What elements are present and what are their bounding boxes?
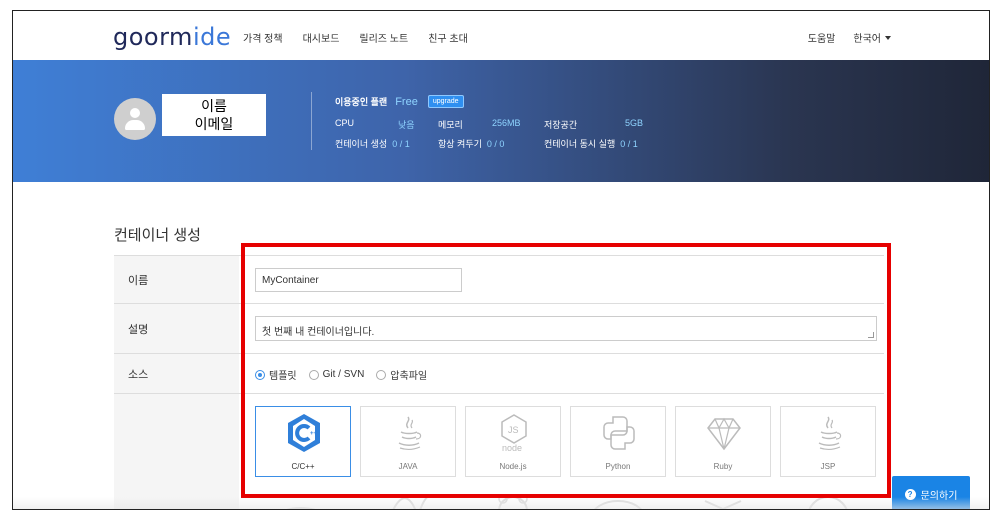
radio-icon [308, 369, 319, 380]
plan-value: Free [395, 95, 418, 108]
stat-create: 컨테이너 생성 0 / 1 [335, 137, 410, 150]
template-grid: ++ C/C++ JAVA JS node Node.js Python Rub… [255, 406, 876, 477]
form-row-name: 이름 MyContainer [114, 256, 884, 304]
stat-memory-value: 256MB [492, 118, 521, 128]
nav-link-pricing[interactable]: 가격 정책 [243, 30, 283, 45]
caret-down-icon [885, 36, 891, 40]
template-card-python[interactable]: Python [570, 406, 666, 477]
concurrent-label: 컨테이너 동시 실행 [544, 139, 616, 149]
source-label: 소스 [114, 354, 239, 393]
nav-link-dashboard[interactable]: 대시보드 [303, 30, 340, 45]
nav-links: 가격 정책 대시보드 릴리즈 노트 친구 초대 [243, 30, 468, 45]
source-option-label: 압축파일 [390, 371, 428, 382]
template-label: Python [605, 462, 631, 471]
cpp-icon: ++ [288, 414, 320, 452]
always-on-value: 0 / 0 [486, 139, 505, 149]
jsp-icon [818, 416, 842, 450]
source-option-template[interactable]: 템플릿 [255, 367, 297, 382]
logo-main: goorm [113, 23, 193, 51]
bottom-fade [13, 497, 989, 509]
avatar [114, 98, 156, 140]
browser-frame: goormide 가격 정책 대시보드 릴리즈 노트 친구 초대 도움말 한국어… [12, 10, 990, 510]
language-select[interactable]: 한국어 [853, 30, 891, 45]
profile-name: 이름 [201, 98, 227, 114]
stat-memory-label: 메모리 [438, 120, 463, 130]
logo-accent: ide [192, 23, 232, 51]
description-text: 첫 번째 내 컨테이너입니다. [262, 327, 375, 338]
radio-selected-icon [255, 369, 265, 380]
help-link[interactable]: 도움말 [808, 30, 836, 45]
logo[interactable]: goormide [113, 23, 231, 51]
stat-storage-value: 5GB [625, 118, 643, 128]
source-option-git[interactable]: Git / SVN [308, 369, 365, 380]
language-label: 한국어 [853, 34, 881, 45]
source-option-label: Git / SVN [322, 369, 365, 380]
plan-info: 이용중인 플랜 Free upgrade [335, 93, 464, 110]
description-textarea[interactable]: 첫 번째 내 컨테이너입니다. [255, 316, 877, 341]
template-label: Node.js [499, 462, 527, 471]
create-value: 0 / 1 [392, 139, 410, 149]
profile-banner: 이름 이메일 이용중인 플랜 Free upgrade CPU 낮음 메모리 2… [13, 60, 989, 182]
profile-email: 이메일 [194, 116, 234, 132]
nav-right: 도움말 한국어 [808, 30, 891, 45]
template-label: Ruby [713, 462, 733, 471]
name-input[interactable]: MyContainer [255, 268, 462, 292]
source-option-archive[interactable]: 압축파일 [376, 367, 427, 382]
template-card-cpp[interactable]: ++ C/C++ [255, 406, 351, 477]
name-label: 이름 [114, 256, 239, 303]
create-label: 컨테이너 생성 [335, 139, 388, 149]
form-row-templates: ++ C/C++ JAVA JS node Node.js Python Rub… [114, 394, 884, 509]
stat-cpu-label: CPU [335, 118, 355, 128]
template-label: JSP [820, 462, 836, 471]
ruby-icon [707, 417, 741, 451]
nav-link-release-notes[interactable]: 릴리즈 노트 [359, 30, 408, 45]
template-label: JAVA [398, 462, 418, 471]
banner-divider [311, 92, 312, 150]
radio-icon [376, 369, 387, 380]
svg-text:node: node [502, 443, 522, 453]
stat-always-on: 항상 켜두기 0 / 0 [438, 137, 504, 150]
stat-storage-label: 저장공간 [544, 120, 578, 130]
form-row-source: 소스 템플릿 Git / SVN 압축파일 [114, 354, 884, 394]
storage-value: 5GB [625, 118, 644, 128]
always-on-label: 항상 켜두기 [438, 139, 482, 149]
form-row-description: 설명 첫 번째 내 컨테이너입니다. [114, 304, 884, 354]
svg-text:JS: JS [508, 425, 519, 435]
top-nav: goormide 가격 정책 대시보드 릴리즈 노트 친구 초대 도움말 한국어 [13, 11, 989, 61]
stat-concurrent: 컨테이너 동시 실행 0 / 1 [544, 137, 638, 150]
python-icon [603, 416, 635, 450]
template-card-jsp[interactable]: JSP [780, 406, 876, 477]
resize-grip-icon[interactable] [868, 332, 874, 338]
templates-label-cell [114, 394, 239, 509]
template-card-ruby[interactable]: Ruby [675, 406, 771, 477]
source-option-label: 템플릿 [269, 371, 297, 382]
java-icon [398, 416, 422, 450]
source-radio-group: 템플릿 Git / SVN 압축파일 [255, 367, 427, 382]
nodejs-icon: JS node [501, 414, 527, 453]
avatar-head-icon [130, 108, 140, 118]
nav-link-invite[interactable]: 친구 초대 [428, 30, 468, 45]
container-form: 이름 MyContainer 설명 첫 번째 내 컨테이너입니다. 소스 템플릿… [114, 255, 884, 509]
description-label: 설명 [114, 304, 239, 353]
concurrent-value: 0 / 1 [620, 139, 638, 149]
avatar-body-icon [125, 120, 145, 130]
cpu-value: 낮음 [398, 120, 415, 130]
stat-cpu-value: 낮음 [398, 118, 415, 131]
profile-namebox: 이름 이메일 [162, 94, 266, 136]
template-card-nodejs[interactable]: JS node Node.js [465, 406, 561, 477]
template-label: C/C++ [291, 462, 315, 471]
svg-text:++: ++ [310, 431, 318, 437]
plan-label: 이용중인 플랜 [335, 97, 388, 107]
template-card-java[interactable]: JAVA [360, 406, 456, 477]
page-title: 컨테이너 생성 [114, 227, 201, 244]
upgrade-button[interactable]: upgrade [427, 95, 464, 108]
memory-value: 256MB [492, 118, 521, 128]
